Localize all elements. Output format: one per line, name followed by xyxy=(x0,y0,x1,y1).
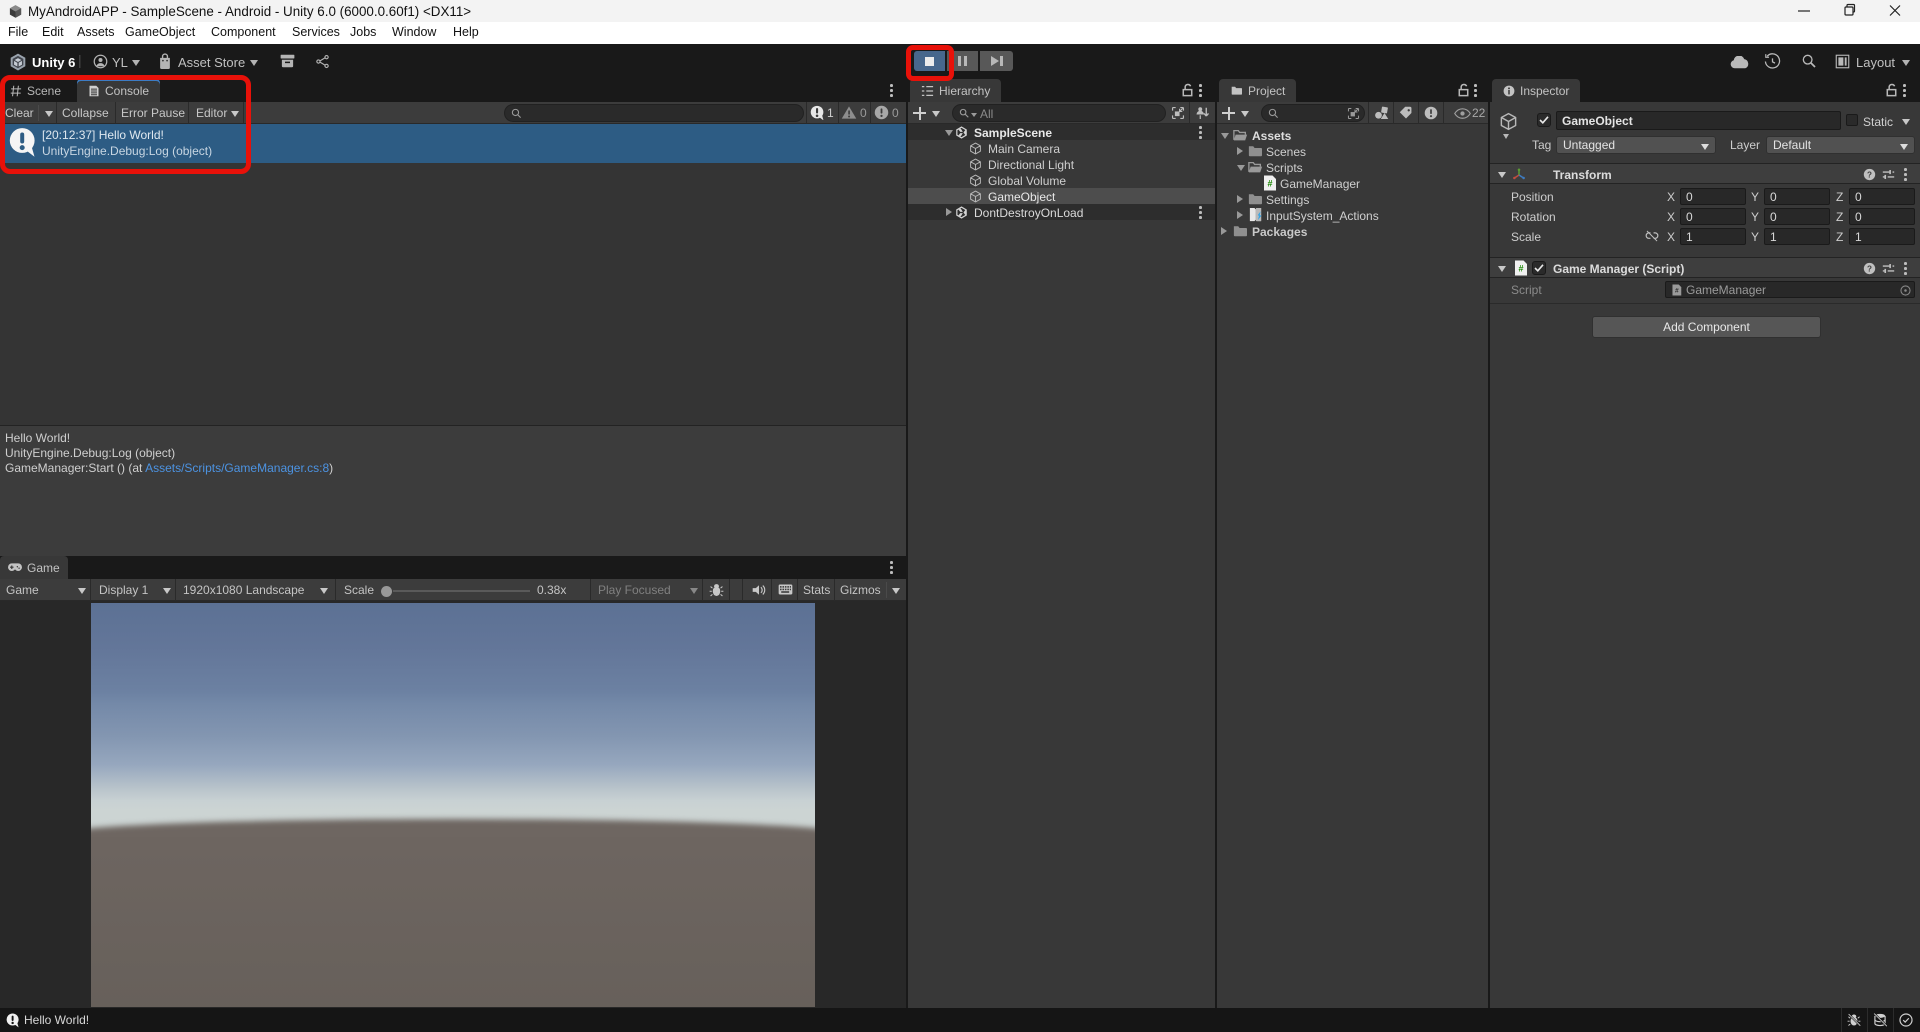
svg-text:#: # xyxy=(1675,287,1679,294)
svg-text:?: ? xyxy=(1867,170,1872,179)
svg-text:?: ? xyxy=(1867,264,1872,273)
